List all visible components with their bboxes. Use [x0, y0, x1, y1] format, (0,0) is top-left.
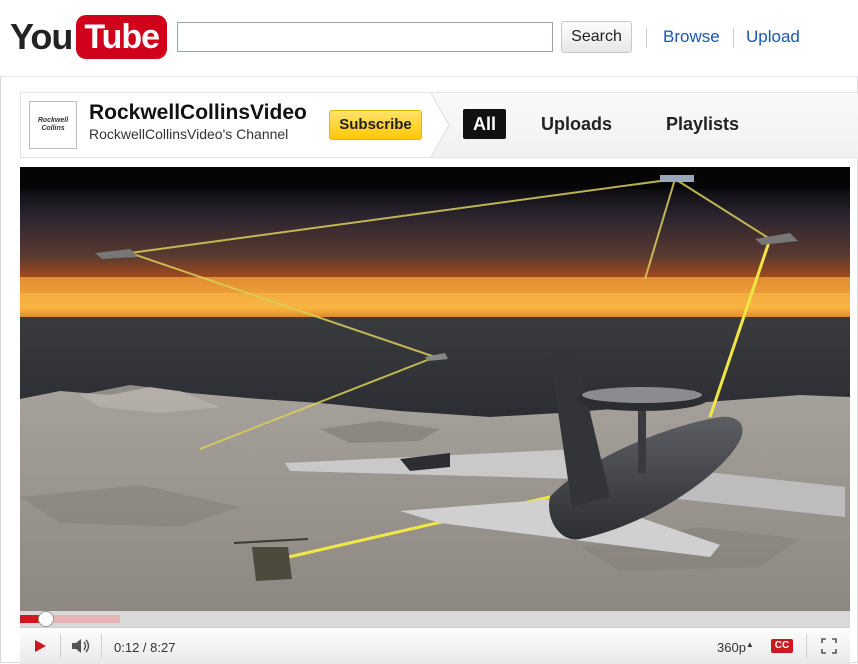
nav-browse-link[interactable]: Browse: [663, 27, 720, 47]
tab-all[interactable]: All: [463, 109, 506, 139]
satellite-shape: [660, 175, 694, 182]
subscribe-button[interactable]: Subscribe: [329, 110, 422, 140]
video-player[interactable]: [20, 167, 850, 613]
volume-button[interactable]: [61, 628, 101, 664]
cc-button[interactable]: CC: [771, 639, 793, 653]
fullscreen-button[interactable]: [810, 628, 848, 664]
nav-separator: [733, 28, 734, 48]
logo-tube-text: Tube: [76, 15, 168, 59]
avatar-logo-text: Rockwell Collins: [37, 117, 69, 132]
player-controls: 0:12 / 8:27 360p▲ CC: [20, 627, 850, 664]
progress-scrubber-handle[interactable]: [38, 611, 54, 627]
play-button[interactable]: [20, 628, 60, 664]
search-input[interactable]: [177, 22, 553, 52]
play-icon: [35, 640, 46, 652]
fullscreen-icon: [821, 638, 837, 654]
controls-separator: [101, 634, 102, 658]
channel-bar: Rockwell Collins RockwellCollinsVideo Ro…: [20, 92, 858, 158]
nav-upload-link[interactable]: Upload: [746, 27, 800, 47]
channel-arrow-outline: [431, 93, 450, 157]
volume-icon: [72, 639, 90, 653]
search-button[interactable]: Search: [561, 21, 632, 53]
channel-info: Rockwell Collins RockwellCollinsVideo Ro…: [21, 93, 431, 157]
tab-playlists[interactable]: Playlists: [666, 114, 739, 135]
logo-you-text: You: [10, 16, 73, 57]
time-display: 0:12 / 8:27: [114, 640, 176, 655]
video-frame: [20, 167, 850, 613]
channel-name[interactable]: RockwellCollinsVideo: [89, 101, 307, 125]
quality-arrow-icon: ▲: [745, 640, 754, 649]
youtube-logo[interactable]: You Tube: [10, 14, 168, 60]
youtube-header: You Tube Search Browse Upload: [0, 0, 858, 77]
quality-label: 360p: [717, 640, 746, 655]
nav-separator: [646, 28, 647, 48]
channel-subtitle: RockwellCollinsVideo's Channel: [89, 126, 289, 142]
controls-separator: [806, 634, 807, 658]
tab-uploads[interactable]: Uploads: [541, 114, 612, 135]
quality-button[interactable]: 360p▲: [717, 640, 754, 655]
channel-avatar[interactable]: Rockwell Collins: [29, 101, 77, 149]
video-progress-bar[interactable]: [20, 611, 850, 627]
